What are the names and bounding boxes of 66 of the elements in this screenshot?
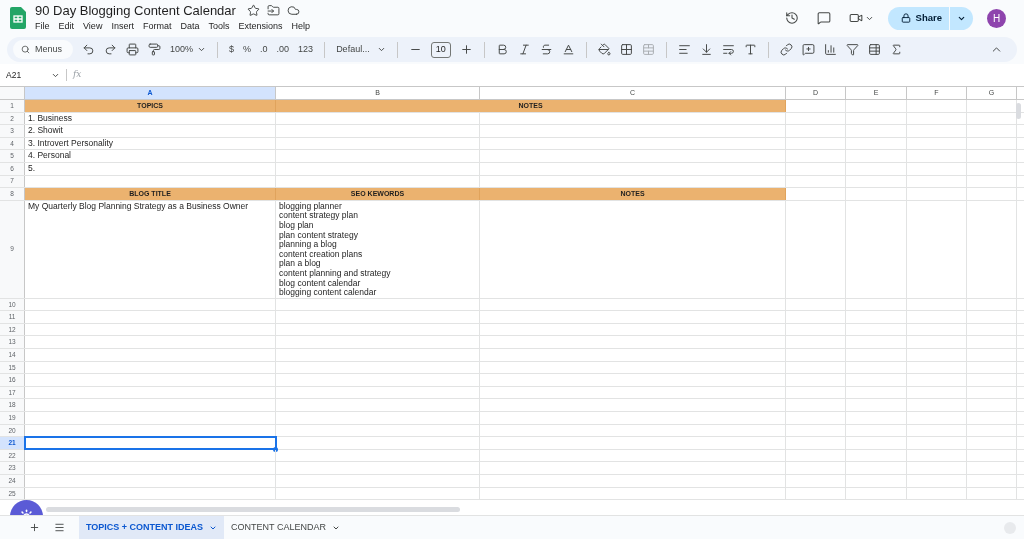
menu-item[interactable]: Format — [142, 19, 172, 34]
vertical-align-icon[interactable] — [699, 43, 713, 56]
menu-item[interactable]: Insert — [111, 19, 134, 34]
selected-cell[interactable] — [25, 437, 276, 449]
table-cell-text: 5. — [27, 162, 37, 174]
filter-icon[interactable] — [845, 43, 859, 56]
document-title[interactable]: 90 Day Blogging Content Calendar — [35, 2, 236, 18]
lock-icon — [900, 13, 911, 23]
table-cell-text: blogging planner content strategy plan blog plan plan content strategy planning a blog content creation plans plan a blog content planning and strategy blog content calendar blogging content calendar — [278, 200, 392, 298]
font-size-field[interactable]: 10 — [430, 41, 451, 58]
cloud-icon[interactable] — [286, 3, 300, 17]
italic-icon[interactable] — [517, 43, 531, 56]
table-cell-text: 4. Personal — [27, 150, 72, 161]
currency-format-button[interactable]: $ — [229, 42, 235, 57]
text-color-icon[interactable] — [561, 43, 575, 56]
caret-icon[interactable] — [197, 45, 207, 54]
folder-icon[interactable] — [266, 3, 280, 17]
borders-icon[interactable] — [619, 43, 633, 56]
video-camera-icon[interactable] — [848, 11, 863, 25]
sheet-tab[interactable]: CONTENT CALENDAR — [224, 516, 347, 539]
caret-icon[interactable] — [376, 45, 386, 54]
all-sheets-icon[interactable] — [54, 522, 65, 533]
paint-roller-icon[interactable] — [148, 43, 161, 56]
paint-bucket-icon[interactable] — [597, 43, 611, 56]
fill-handle[interactable] — [273, 446, 278, 452]
table-cell-text: 1. Business — [27, 112, 73, 124]
table-cell-text: My Quarterly Blog Planning Strategy as a Business Owner — [27, 200, 250, 212]
menu-item[interactable]: Extensions — [238, 19, 283, 34]
plus-icon[interactable] — [459, 43, 473, 56]
table-icon[interactable] — [867, 43, 881, 56]
menu-item[interactable]: Help — [291, 19, 310, 34]
comment-icon[interactable] — [816, 11, 831, 25]
menu-item[interactable]: File — [35, 19, 50, 34]
percent-format-button[interactable]: % — [243, 42, 252, 57]
history-icon[interactable] — [784, 11, 799, 25]
zoom-select[interactable]: 100% — [170, 42, 194, 57]
undo-icon[interactable] — [82, 43, 95, 56]
align-left-icon[interactable] — [677, 43, 691, 56]
wrap-text-icon[interactable] — [721, 43, 735, 56]
table-cell-text: 2. Showit — [27, 125, 64, 136]
vertical-scrollbar[interactable] — [1016, 103, 1021, 119]
search-icon — [21, 45, 30, 54]
formula-label: fx — [73, 68, 82, 82]
decrease-decimal-button[interactable]: .0 — [260, 42, 268, 57]
user-avatar[interactable]: H — [987, 8, 1006, 28]
font-select[interactable]: Defaul... — [336, 42, 370, 57]
horizontal-scrollbar[interactable] — [46, 507, 460, 512]
add-comment-icon[interactable] — [801, 43, 815, 56]
increase-decimal-button[interactable]: .00 — [276, 42, 290, 57]
star-icon[interactable] — [246, 3, 260, 17]
menu-item[interactable]: View — [83, 19, 103, 34]
menu-item[interactable]: Tools — [208, 19, 230, 34]
menu-item[interactable]: Edit — [58, 19, 75, 34]
table-cell-text: 3. Introvert Personality — [27, 137, 115, 149]
link-icon[interactable] — [779, 43, 793, 56]
number-format-button[interactable]: 123 — [298, 42, 314, 57]
sheet-tab[interactable]: TOPICS + CONTENT IDEAS — [79, 516, 225, 539]
menus-search-field[interactable]: Menus — [13, 40, 73, 59]
spreadsheet-logo-icon[interactable] — [10, 7, 26, 29]
menu-item[interactable]: Data — [180, 19, 200, 34]
add-sheet-icon[interactable] — [29, 522, 40, 533]
name-box[interactable]: A21 — [6, 68, 51, 82]
strikethrough-icon[interactable] — [539, 43, 553, 56]
chart-icon[interactable] — [823, 43, 837, 56]
redo-icon[interactable] — [104, 43, 117, 56]
print-icon[interactable] — [126, 43, 139, 56]
